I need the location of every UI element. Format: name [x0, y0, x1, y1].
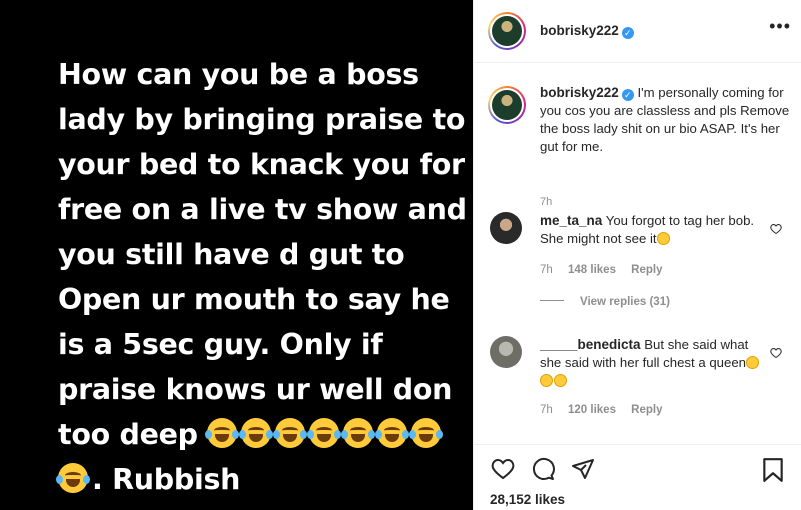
heart-icon[interactable] [770, 347, 782, 359]
verified-icon: ✓ [621, 89, 634, 101]
share-icon[interactable] [570, 457, 596, 481]
laughing-emoji-icon [409, 418, 444, 448]
caption-username[interactable]: bobrisky222 [540, 85, 619, 100]
laughing-emoji-icon [554, 374, 567, 387]
laughing-emoji-icon [746, 356, 759, 369]
comment-likes[interactable]: 120 likes [568, 404, 616, 416]
avatar[interactable] [488, 86, 526, 124]
caption-time[interactable]: 7h [540, 196, 552, 208]
likes-count[interactable]: 28,152 likes [490, 492, 565, 507]
comment-body: _____benedicta But she said what she sai… [540, 336, 762, 390]
comment-meta: 7h 120 likes Reply [540, 404, 675, 416]
reply-button[interactable]: Reply [631, 404, 662, 416]
laughing-emoji-icon [307, 418, 342, 448]
view-replies-button[interactable]: View replies (31) [540, 296, 670, 308]
action-bar [490, 457, 790, 483]
avatar[interactable] [490, 212, 522, 244]
caption-text-block: bobrisky222 ✓ I'm personally coming for y… [540, 84, 790, 156]
avatar[interactable] [490, 336, 522, 368]
post-image-ending: . Rubbish [92, 463, 241, 496]
laughing-emoji-icon [239, 418, 274, 448]
comment-username[interactable]: me_ta_na [540, 213, 602, 228]
avatar[interactable] [488, 12, 526, 50]
comments-list[interactable]: bobrisky222 ✓ I'm personally coming for y… [474, 64, 801, 444]
heart-icon[interactable] [770, 223, 782, 235]
header-username-text[interactable]: bobrisky222 [540, 23, 619, 38]
bookmark-icon[interactable] [760, 457, 786, 483]
post-header: bobrisky222 ✓ ••• [474, 0, 801, 63]
post-image-text: How can you be a boss lady by bringing p… [56, 52, 470, 502]
replies-divider [540, 300, 564, 301]
laughing-emoji-icon [273, 418, 308, 448]
more-icon[interactable]: ••• [769, 16, 791, 37]
view-replies-label[interactable]: View replies (31) [580, 296, 670, 308]
header-username[interactable]: bobrisky222 ✓ [540, 23, 634, 39]
comment-username[interactable]: _____benedicta [540, 337, 641, 352]
post-image[interactable]: How can you be a boss lady by bringing p… [0, 0, 473, 510]
laughing-emoji-icon [375, 418, 410, 448]
verified-icon: ✓ [621, 27, 634, 39]
comment-time[interactable]: 7h [540, 264, 553, 276]
comment-likes[interactable]: 148 likes [568, 264, 616, 276]
laughing-emoji-icon [341, 418, 376, 448]
laughing-emoji-icon [540, 374, 553, 387]
post-side-panel: bobrisky222 ✓ ••• bobrisky222 ✓ I'm person… [473, 0, 801, 510]
comment-icon[interactable] [530, 457, 556, 481]
reply-button[interactable]: Reply [631, 264, 662, 276]
post-image-body: How can you be a boss lady by bringing p… [58, 58, 467, 451]
laughing-emoji-icon [205, 418, 240, 448]
comment-body: me_ta_na You forgot to tag her bob. She … [540, 212, 762, 248]
laughing-emoji-icon [656, 232, 670, 245]
post-footer: 28,152 likes [474, 444, 801, 510]
heart-icon[interactable] [490, 457, 516, 481]
comment-meta: 7h 148 likes Reply [540, 264, 675, 276]
laughing-emoji-icon [56, 463, 90, 493]
comment-time[interactable]: 7h [540, 404, 553, 416]
